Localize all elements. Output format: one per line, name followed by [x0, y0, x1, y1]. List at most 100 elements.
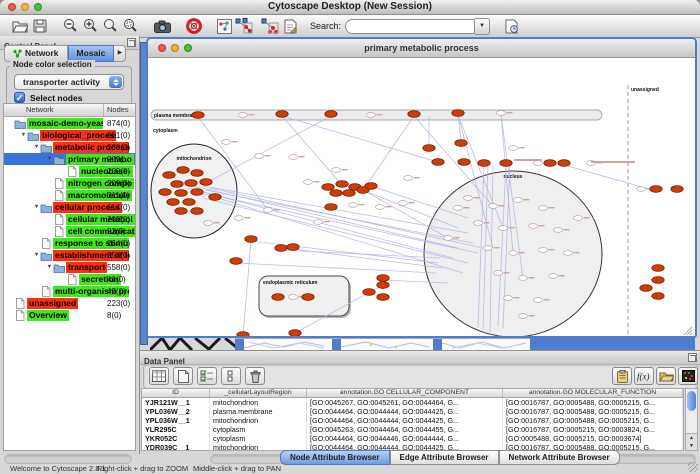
network-node[interactable]	[332, 168, 341, 173]
network-node-selected[interactable]	[275, 245, 287, 252]
table-row[interactable]: YJR121W__1mitochondrion[GO:0045267, GO:0…	[142, 398, 683, 407]
network-node-selected[interactable]	[171, 181, 183, 188]
network-node-selected[interactable]	[330, 190, 342, 197]
tree-row-transport[interactable]: ▼transport558(0)	[4, 261, 135, 273]
background-window-fragment[interactable]	[530, 338, 695, 350]
network-node-selected[interactable]	[423, 145, 435, 152]
network-node[interactable]	[289, 295, 298, 300]
network-node-selected[interactable]	[245, 236, 257, 243]
network-node[interactable]	[564, 251, 573, 256]
network-node[interactable]	[637, 187, 646, 192]
table-row[interactable]: YPL036W__1mitochondrion[GO:0044464, GO:0…	[142, 416, 683, 425]
network-overview-icon[interactable]	[214, 17, 234, 35]
float-panel-icon[interactable]	[688, 353, 697, 362]
network-node[interactable]	[519, 314, 528, 319]
select-attributes-icon[interactable]	[197, 367, 217, 385]
new-attribute-icon[interactable]	[173, 367, 193, 385]
network-minimize-button[interactable]	[171, 44, 179, 52]
network-node[interactable]	[499, 226, 508, 231]
network-node[interactable]	[497, 111, 506, 116]
function-builder-icon[interactable]: f(x)	[634, 367, 654, 385]
delete-attribute-icon[interactable]	[245, 367, 265, 385]
network-node[interactable]	[264, 208, 273, 213]
network-zoom-button[interactable]	[184, 44, 192, 52]
open-folder-icon[interactable]	[656, 367, 676, 385]
network-canvas[interactable]: plasma membranecytoplasmmitochondrionnuc…	[148, 58, 695, 337]
network-node[interactable]	[204, 221, 213, 226]
snapshot-camera-icon[interactable]	[152, 17, 172, 35]
network-node[interactable]	[349, 203, 358, 208]
network-node-selected[interactable]	[287, 244, 299, 251]
background-window-fragment[interactable]	[235, 338, 332, 350]
open-icon[interactable]	[10, 17, 30, 35]
network-node-selected[interactable]	[191, 208, 203, 215]
network-node-selected[interactable]	[650, 186, 662, 193]
tree-row-multi-organism-pro[interactable]: multi-organism pro42(0)	[4, 285, 135, 297]
network-node[interactable]	[444, 236, 453, 241]
zoom-fit-icon[interactable]	[100, 17, 120, 35]
tree-row-secretion[interactable]: secretion41(0)	[4, 273, 135, 285]
select-nodes-checkbox[interactable]: ✓	[14, 92, 25, 103]
column-header-region[interactable]: _cellularLayoutRegion	[210, 389, 307, 397]
annotation-blue-red-icon[interactable]	[234, 17, 254, 35]
table-row[interactable]: YLR295Ccytoplasm[GO:0045263, GO:0044464,…	[142, 425, 683, 434]
network-node[interactable]	[454, 206, 463, 211]
tree-expander-icon[interactable]: ▼	[33, 252, 40, 258]
zoom-selected-icon[interactable]	[120, 17, 140, 35]
network-node-selected[interactable]	[237, 332, 249, 337]
tab-node-attribute-browser[interactable]: Node Attribute Browser	[280, 450, 390, 465]
tree-expander-icon[interactable]: ▼	[46, 264, 53, 270]
tree-expander-icon[interactable]: ▼	[33, 204, 40, 210]
network-node-selected[interactable]	[200, 179, 212, 186]
network-node[interactable]	[504, 296, 513, 301]
network-node[interactable]	[554, 228, 563, 233]
tree-row-unassigned[interactable]: unassigned223(0)	[4, 297, 135, 309]
network-node[interactable]	[534, 161, 543, 166]
network-node[interactable]	[239, 113, 248, 118]
tree-row-nitrogen-compo[interactable]: nitrogen compo209(0)	[4, 177, 135, 189]
zoom-out-icon[interactable]	[60, 17, 80, 35]
close-window-button[interactable]	[8, 3, 16, 11]
tree-row-cellular-metabol[interactable]: cellular metabol209(0)	[4, 213, 135, 225]
network-node-selected[interactable]	[377, 294, 389, 301]
network-node-selected[interactable]	[478, 160, 490, 167]
network-node[interactable]	[474, 221, 483, 226]
network-node-selected[interactable]	[432, 159, 444, 166]
tree-row-mosaic-demo-yeast[interactable]: mosaic-demo-yeast874(0)	[4, 117, 135, 129]
column-header-cellular-component[interactable]: annotation.GO CELLULAR_COMPONENT	[307, 389, 503, 397]
tab-edge-attribute-browser[interactable]: Edge Attribute Browser	[390, 450, 499, 465]
tree-expander-icon[interactable]: ▼	[20, 132, 27, 138]
network-node[interactable]	[484, 246, 493, 251]
network-node-selected[interactable]	[191, 170, 203, 177]
network-node-selected[interactable]	[272, 294, 284, 301]
network-node[interactable]	[539, 248, 548, 253]
float-panel-icon[interactable]	[127, 38, 136, 47]
window-resize-grip[interactable]	[688, 462, 698, 472]
attribute-matrix-icon[interactable]	[678, 367, 698, 385]
annotation-red-icon[interactable]	[260, 17, 280, 35]
unselect-attributes-icon[interactable]	[221, 367, 241, 385]
scrollbar-arrows[interactable]: ▲▼	[686, 433, 697, 450]
table-row[interactable]: YPL036W__2plasma membrane[GO:0044464, GO…	[142, 407, 683, 416]
network-node[interactable]	[534, 298, 543, 303]
network-node[interactable]	[549, 274, 558, 279]
network-node[interactable]	[399, 201, 408, 206]
network-node-selected[interactable]	[652, 265, 664, 272]
network-node[interactable]	[222, 140, 231, 145]
network-node-selected[interactable]	[640, 285, 652, 292]
network-node[interactable]	[304, 180, 313, 185]
table-row[interactable]: YKR052Ccytoplasm[GO:0044464, GO:0044446,…	[142, 434, 683, 443]
edit-page-icon[interactable]	[280, 17, 300, 35]
tree-expander-icon[interactable]: ▼	[33, 144, 40, 150]
import-clipboard-icon[interactable]	[612, 367, 632, 385]
network-node-selected[interactable]	[230, 258, 242, 265]
search-input[interactable]	[345, 19, 475, 34]
tree-row-cellular-process[interactable]: ▼cellular process614(0)	[4, 201, 135, 213]
network-node-selected[interactable]	[455, 140, 467, 147]
canvas-resize-grip[interactable]	[690, 333, 692, 335]
tree-row-cell-communicat[interactable]: cell communicat22(0)	[4, 225, 135, 237]
network-node-selected[interactable]	[276, 111, 288, 118]
network-node[interactable]	[489, 204, 498, 209]
minimize-window-button[interactable]	[21, 3, 29, 11]
network-node[interactable]	[514, 198, 523, 203]
